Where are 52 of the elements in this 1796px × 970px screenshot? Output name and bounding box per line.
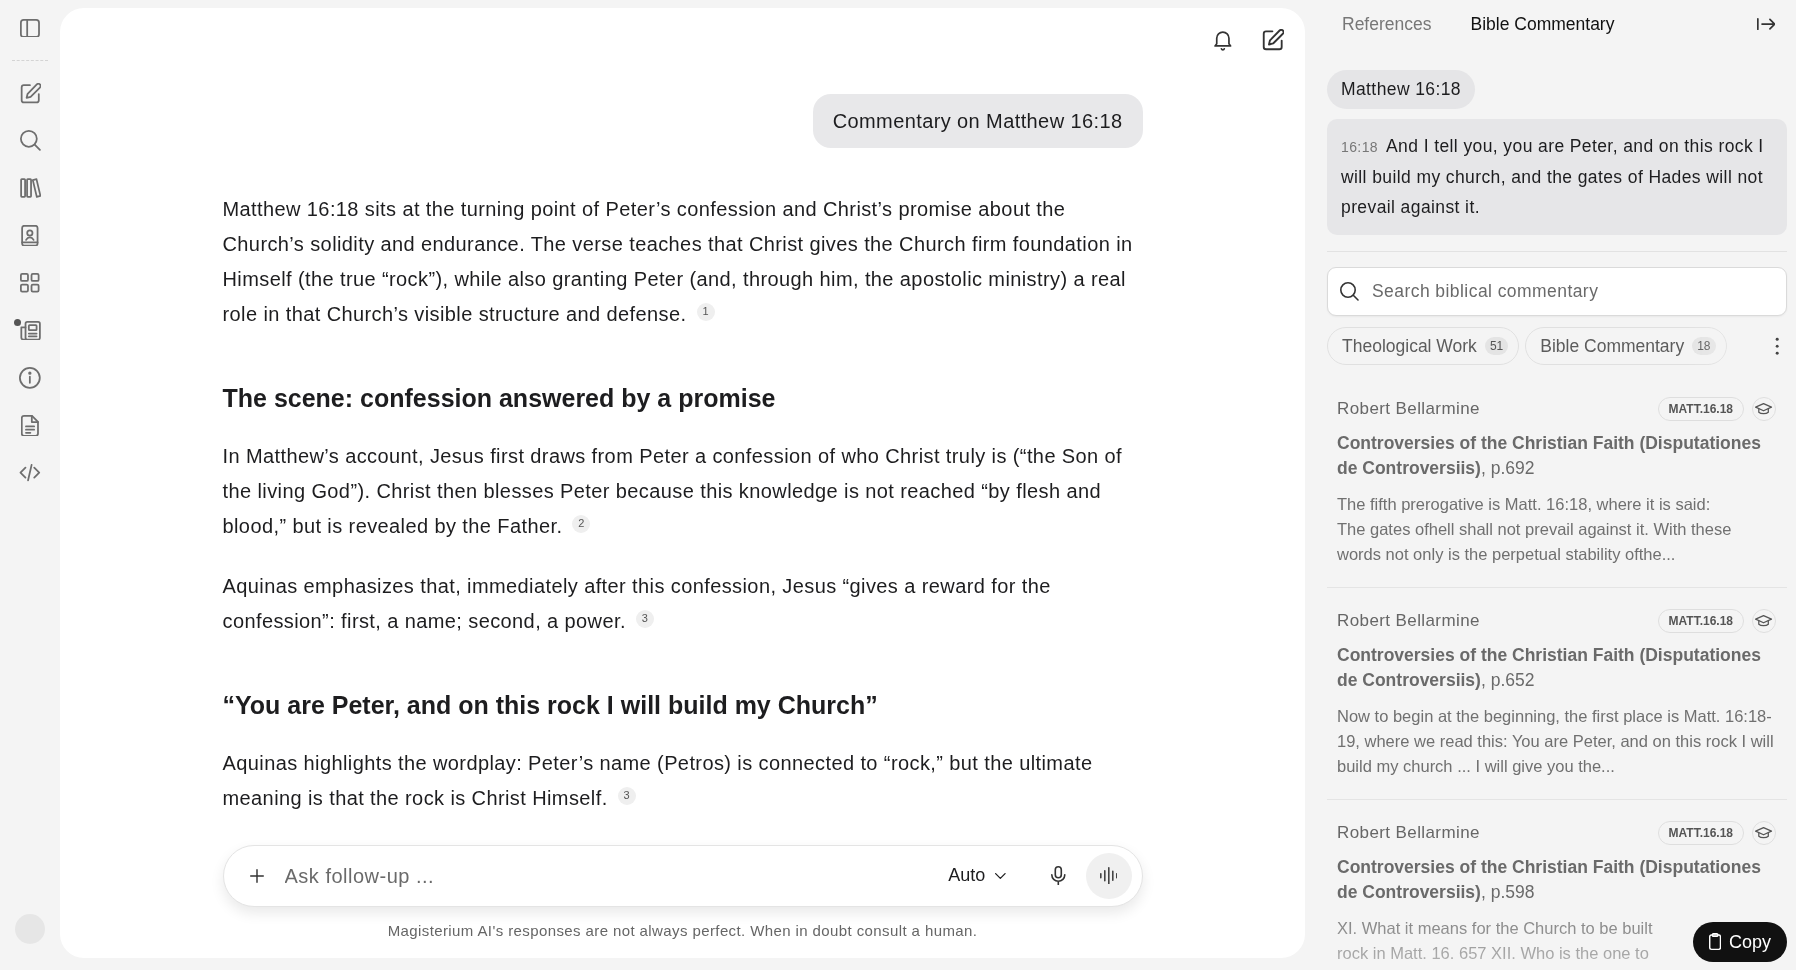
panel-tab[interactable]: References [1327, 10, 1447, 38]
chevron-down-icon [995, 872, 1006, 879]
answer-paragraph: In Matthew’s account, Jesus first draws from Peter a confession of who Christ truly is (“the Son of the living God”). Christ then blesses Peter because this knowledge is not reached “by flesh and blood,” but is revealed by the Father. 2 [222, 444, 1124, 539]
contact-book-icon[interactable] [21, 224, 39, 247]
author-name: Robert Bellarmine [1337, 822, 1480, 845]
newspaper-icon[interactable] [19, 320, 41, 341]
copy-button[interactable]: Copy [1692, 922, 1787, 962]
answer-paragraph: Aquinas emphasizes that, immediately after this confession, Jesus “gives a reward for the confession”: first, a name; second, a power. 3 [222, 574, 1052, 634]
panel-tab[interactable]: Bible Commentary [1455, 10, 1630, 38]
citation-marker[interactable]: 3 [635, 609, 654, 628]
verse-chip: Matthew 16:18 [1327, 70, 1475, 109]
result-title[interactable]: Controversies of the Christian Faith (Disputationes de Controversiis), p.692 [1337, 431, 1776, 481]
follow-up-field[interactable]: Ask follow-up ... Auto [222, 844, 1143, 907]
author-name: Robert Bellarmine [1337, 610, 1480, 633]
section-heading: “You are Peter, and on this rock I will build my Church” [222, 690, 879, 721]
result-excerpt: Now to begin at the beginning, the first place is Matt. 16:18-19, where we read this: You are Peter, and on this rock I will build my church ... I will give you the... [1337, 706, 1775, 777]
disclaimer-text: Magisterium AI's responses are not always perfect. When in doubt consult a human. [386, 920, 979, 941]
document-icon[interactable] [20, 414, 40, 437]
count-badge: 51 [1484, 337, 1509, 355]
citation-marker[interactable]: 2 [572, 514, 591, 533]
section-heading: The scene: confession answered by a promise [222, 383, 777, 414]
count-badge: 18 [1692, 337, 1716, 355]
info-icon[interactable] [19, 367, 41, 389]
model-select[interactable]: Auto [942, 858, 1012, 893]
search-field[interactable]: Search biblical commentary [1327, 267, 1787, 316]
grid-icon[interactable] [20, 273, 40, 293]
bell-icon[interactable] [1214, 29, 1232, 51]
query-bubble: Commentary on Matthew 16:18 [812, 94, 1143, 148]
right-arrow-icon[interactable] [1756, 17, 1775, 31]
code-icon[interactable] [19, 464, 41, 482]
result-title[interactable]: Controversies of the Christian Faith (Disputationes de Controversiis), p.598 [1337, 855, 1776, 905]
citation-marker[interactable]: 1 [696, 302, 715, 321]
result-title[interactable]: Controversies of the Christian Faith (Disputationes de Controversiis), p.652 [1337, 643, 1776, 693]
answer-paragraph: Matthew 16:18 sits at the turning point of Peter’s confession and Christ’s promise about the Church’s solidity and endurance. The verse teaches that Christ gives the Church firm foundation in Himself (the true “rock”), while also granting Peter (and, through him, the apostolic ministry) a real role in that Church’s visible structure and defense. 1 [222, 197, 1134, 327]
answer-paragraph: Aquinas highlights the wordplay: Peter’s name (Petros) is connected to “rock,” but the ultimate meaning is that the rock is Christ Himself. 3 [222, 751, 1094, 811]
author-name: Robert Bellarmine [1337, 398, 1480, 421]
voice-mode-button[interactable] [1085, 852, 1132, 899]
books-icon[interactable] [19, 178, 41, 198]
compose-icon[interactable] [1262, 29, 1284, 51]
verse-text: 16:18 And I tell you, you are Peter, and on this rock I will build my church, and the gates of Hades will not prevail against it. [1327, 119, 1787, 235]
plus-icon[interactable] [249, 868, 264, 883]
result-excerpt: XI. What it means for the Church to be built rock in Matt. 16. 657 XII. Who is the one to [1337, 918, 1653, 964]
verse-number: 16:18 [1341, 139, 1379, 155]
search-icon[interactable] [19, 130, 41, 151]
more-icon[interactable] [1774, 336, 1779, 356]
search-icon [1340, 282, 1359, 301]
sidebar-toggle-icon[interactable] [20, 18, 40, 38]
microphone-icon[interactable] [1050, 865, 1066, 886]
result-excerpt: The fifth prerogative is Matt. 16:18, where it is said: The gates ofhell shall not prevail against it. With these words not only is the perpetual stability ofthe... [1337, 494, 1733, 565]
citation-marker[interactable]: 3 [617, 786, 636, 805]
waveform-icon [1099, 866, 1118, 885]
clipboard-icon [1708, 933, 1721, 951]
